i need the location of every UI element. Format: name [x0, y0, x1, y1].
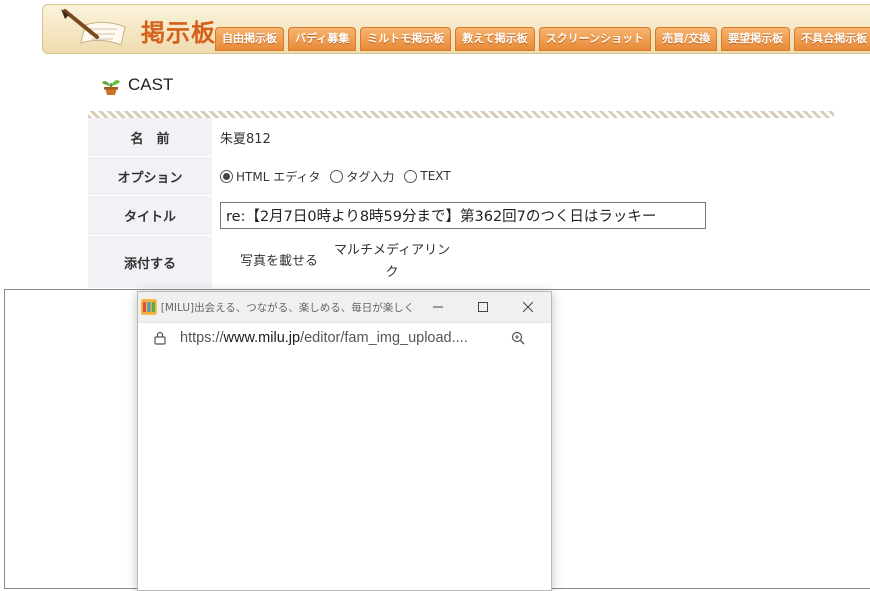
attach-options: 写真を載せる マルチメディアリン ク — [240, 236, 450, 288]
tab-screenshot[interactable]: スクリーンショット — [538, 27, 652, 51]
radio-tag-input[interactable]: タグ入力 — [330, 168, 394, 185]
url-host: www.milu.jp — [223, 330, 301, 346]
popup-url[interactable]: https://www.milu.jp/editor/fam_img_uploa… — [180, 330, 505, 346]
tab-trade[interactable]: 売買/交換 — [655, 27, 718, 51]
section-title-text: CAST — [128, 75, 174, 94]
maximize-button[interactable] — [460, 292, 505, 322]
form-row-name: 名 前 朱夏812 — [88, 118, 834, 157]
url-scheme: https:// — [180, 330, 224, 346]
milu-favicon-icon — [141, 299, 157, 315]
minimize-icon — [432, 306, 443, 308]
attach-multimedia-line2: ク — [385, 265, 399, 280]
board-tabs: 自由掲示板 バディ募集 ミルトモ掲示板 教えて掲示板 スクリーンショット 売買/… — [215, 27, 870, 51]
board-header: 掲示板 自由掲示板 バディ募集 ミルトモ掲示板 教えて掲示板 スクリーンショット… — [42, 4, 870, 54]
url-path: /editor/fam_img_upload.... — [300, 330, 468, 346]
title-input[interactable] — [220, 202, 706, 229]
quill-scroll-icon — [61, 9, 126, 46]
radio-text[interactable]: TEXT — [404, 169, 451, 183]
upload-popup-window: [MILU]出会える、つながる、楽しめる、毎日が楽しく... https://w… — [137, 291, 552, 591]
attach-multimedia-line1: マルチメディアリン — [334, 243, 451, 258]
radio-button-checked[interactable] — [220, 169, 233, 183]
popup-window-title: [MILU]出会える、つながる、楽しめる、毎日が楽しく... — [160, 301, 416, 314]
tab-free-board[interactable]: 自由掲示板 — [215, 27, 284, 51]
radio-html-editor-label: HTML エディタ — [236, 169, 321, 184]
popup-address-bar[interactable]: https://www.milu.jp/editor/fam_img_uploa… — [138, 323, 551, 354]
lock-icon — [154, 331, 166, 345]
tab-buddy-recruit[interactable]: バディ募集 — [288, 27, 357, 51]
board-title: 掲示板 — [141, 19, 216, 47]
minimize-button[interactable] — [415, 292, 460, 322]
title-label: タイトル — [88, 196, 212, 235]
close-button[interactable] — [506, 292, 551, 322]
tab-question-board[interactable]: 教えて掲示板 — [455, 27, 535, 51]
tab-miltomo-board[interactable]: ミルトモ掲示板 — [360, 27, 452, 51]
section-divider — [88, 111, 834, 118]
attach-photo-button[interactable]: 写真を載せる — [240, 251, 318, 273]
zoom-icon[interactable] — [511, 331, 525, 345]
option-value: HTML エディタ タグ入力 TEXT — [220, 157, 451, 195]
close-icon — [523, 302, 534, 312]
tab-request-board[interactable]: 要望掲示板 — [721, 27, 791, 51]
popup-content — [138, 353, 551, 590]
radio-button[interactable] — [404, 169, 418, 183]
form-row-title: タイトル — [88, 196, 834, 236]
tab-bug-board[interactable]: 不具合掲示板 — [794, 27, 870, 51]
title-value — [220, 196, 706, 235]
radio-button[interactable] — [330, 169, 344, 183]
radio-tag-input-label: タグ入力 — [346, 169, 395, 184]
editor-mode-radio-group: HTML エディタ タグ入力 TEXT — [220, 168, 451, 185]
attach-label: 添付する — [88, 236, 212, 288]
name-label: 名 前 — [88, 118, 212, 156]
sprout-icon — [102, 80, 120, 95]
name-value: 朱夏812 — [220, 131, 271, 147]
form-row-option: オプション HTML エディタ タグ入力 TEXT — [88, 157, 834, 196]
radio-html-editor[interactable]: HTML エディタ — [220, 168, 320, 185]
option-label: オプション — [88, 157, 212, 195]
section-title: CAST — [100, 74, 173, 96]
maximize-icon — [478, 302, 488, 312]
form-row-attach: 添付する 写真を載せる マルチメディアリン ク — [88, 236, 834, 289]
radio-text-label: TEXT — [420, 169, 451, 183]
attach-multimedia-link-button[interactable]: マルチメディアリン ク — [334, 240, 450, 284]
post-form: 名 前 朱夏812 オプション HTML エディタ タグ入力 TEXT タイトル… — [88, 118, 834, 289]
popup-titlebar[interactable]: [MILU]出会える、つながる、楽しめる、毎日が楽しく... — [138, 292, 551, 323]
